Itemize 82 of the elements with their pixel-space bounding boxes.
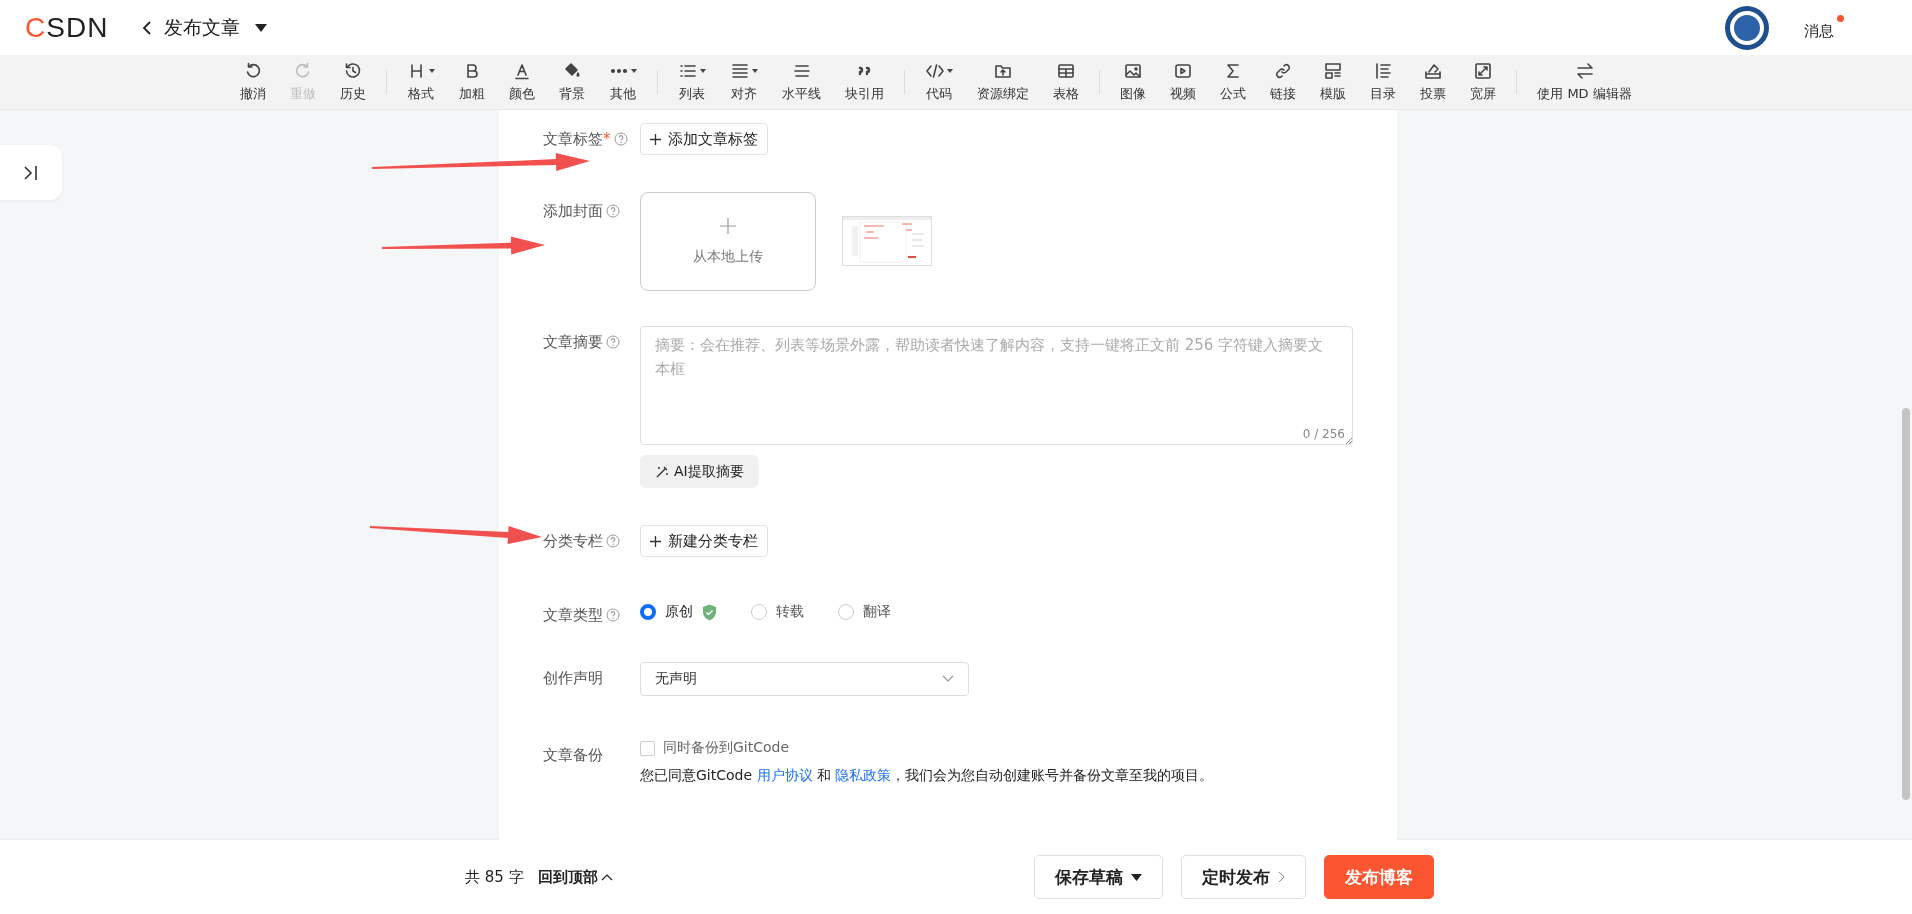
declaration-select[interactable]: 无声明: [640, 662, 969, 696]
toolbar-button[interactable]: 块引用: [833, 61, 897, 103]
field-label: 文章摘要: [543, 333, 603, 352]
swap-icon: [1574, 61, 1595, 81]
toolbar-button[interactable]: 视频: [1158, 61, 1209, 103]
plus-icon: [720, 217, 736, 234]
field-label: 创作声明: [543, 669, 603, 688]
messages-link[interactable]: 消息: [1804, 14, 1844, 41]
field-label: 文章类型: [543, 606, 603, 625]
avatar[interactable]: [1724, 4, 1770, 51]
caret-icon: [1131, 873, 1142, 881]
toolbar-button[interactable]: 颜色: [497, 61, 548, 103]
ballot-icon: [1423, 61, 1444, 81]
toolbar-button[interactable]: 背景: [547, 61, 598, 103]
help-icon[interactable]: [606, 204, 620, 218]
toolbar-button[interactable]: 列表: [666, 61, 719, 103]
field-label: 文章标签*: [543, 130, 611, 149]
chevron-down-icon: [942, 675, 954, 683]
toolbar-button[interactable]: 对齐: [718, 61, 771, 103]
help-icon[interactable]: [606, 608, 620, 622]
back-to-top-link[interactable]: 回到顶部: [537, 867, 613, 887]
field-label: 文章备份: [543, 746, 603, 765]
toolbar-button[interactable]: 模版: [1308, 61, 1359, 103]
upload-cover-button[interactable]: 从本地上传: [640, 192, 816, 291]
radio-button[interactable]: [640, 604, 656, 620]
table-icon: [1056, 61, 1077, 81]
toolbar-button[interactable]: 宽屏: [1458, 61, 1509, 103]
toolbar-button[interactable]: 历史: [328, 61, 379, 103]
magic-wand-icon: [655, 464, 669, 479]
checkbox[interactable]: [640, 740, 655, 756]
agreement-link[interactable]: 用户协议: [756, 767, 813, 783]
toolbar-button[interactable]: 图像: [1108, 61, 1159, 103]
sidebar-toggle[interactable]: [0, 145, 62, 200]
toolbar-button[interactable]: 目录: [1358, 61, 1409, 103]
logo[interactable]: CSDN: [25, 11, 109, 44]
help-icon[interactable]: [606, 335, 620, 349]
caret-icon[interactable]: [254, 22, 269, 33]
toolbar-button[interactable]: 表格: [1041, 61, 1092, 103]
outline-icon: [1373, 61, 1394, 81]
radio-option[interactable]: 原创: [640, 603, 717, 621]
toolbar-button[interactable]: 加粗: [447, 61, 498, 103]
toolbar-button[interactable]: 格式: [395, 61, 448, 103]
toolbar-button[interactable]: 投票: [1408, 61, 1459, 103]
chevron-up-icon: [600, 873, 613, 881]
toolbar-button[interactable]: 水平线: [770, 61, 834, 103]
layout-icon: [1323, 61, 1344, 81]
agreement-link[interactable]: 隐私政策: [835, 767, 892, 783]
ai-summary-button[interactable]: AI提取摘要: [640, 455, 759, 488]
chevron-right-icon: [1278, 871, 1285, 883]
save-draft-button[interactable]: 保存草稿: [1034, 855, 1163, 899]
align-icon: [730, 61, 751, 81]
toolbar-button[interactable]: 撤消: [228, 61, 279, 103]
cover-thumbnail[interactable]: [842, 216, 932, 266]
character-counter: 0 / 256: [1302, 427, 1345, 441]
video-icon: [1173, 61, 1194, 81]
schedule-publish-button[interactable]: 定时发布: [1181, 855, 1306, 899]
help-icon[interactable]: [606, 534, 620, 548]
help-icon[interactable]: [613, 132, 628, 146]
agreement-text: 您已同意GitCode 用户协议 和 隐私政策，我们会为您自动创建账号并备份文章至我的项目。: [640, 767, 1214, 785]
plus-icon: [650, 535, 661, 547]
toolbar-button[interactable]: 资源绑定: [965, 61, 1042, 103]
toolbar-button[interactable]: 其他: [597, 61, 650, 103]
word-count: 共 85 字: [465, 867, 524, 887]
radio-option[interactable]: 转载: [751, 603, 804, 621]
toolbar-button[interactable]: 代码: [913, 61, 966, 103]
field-label: 添加封面: [543, 202, 603, 221]
field-label: 分类专栏: [543, 532, 603, 551]
toolbar-button[interactable]: 使用 MD 编辑器: [1525, 61, 1644, 103]
add-tag-button[interactable]: 添加文章标签: [640, 123, 768, 155]
resize-handle-icon[interactable]: [1345, 437, 1352, 444]
page-title: 发布文章: [164, 14, 241, 40]
more-icon: [609, 68, 630, 74]
new-column-button[interactable]: 新建分类专栏: [640, 525, 768, 557]
plus-icon: [650, 133, 661, 145]
toolbar-button[interactable]: 链接: [1258, 61, 1309, 103]
toolbar-button[interactable]: 公式: [1208, 61, 1259, 103]
code-icon: [925, 61, 946, 81]
expand-icon: [1473, 61, 1494, 81]
image-icon: [1123, 61, 1144, 81]
radio-option[interactable]: 翻译: [838, 603, 891, 621]
scrollbar-thumb[interactable]: [1902, 408, 1910, 800]
backup-checkbox[interactable]: 同时备份到GitCode: [640, 739, 1214, 757]
